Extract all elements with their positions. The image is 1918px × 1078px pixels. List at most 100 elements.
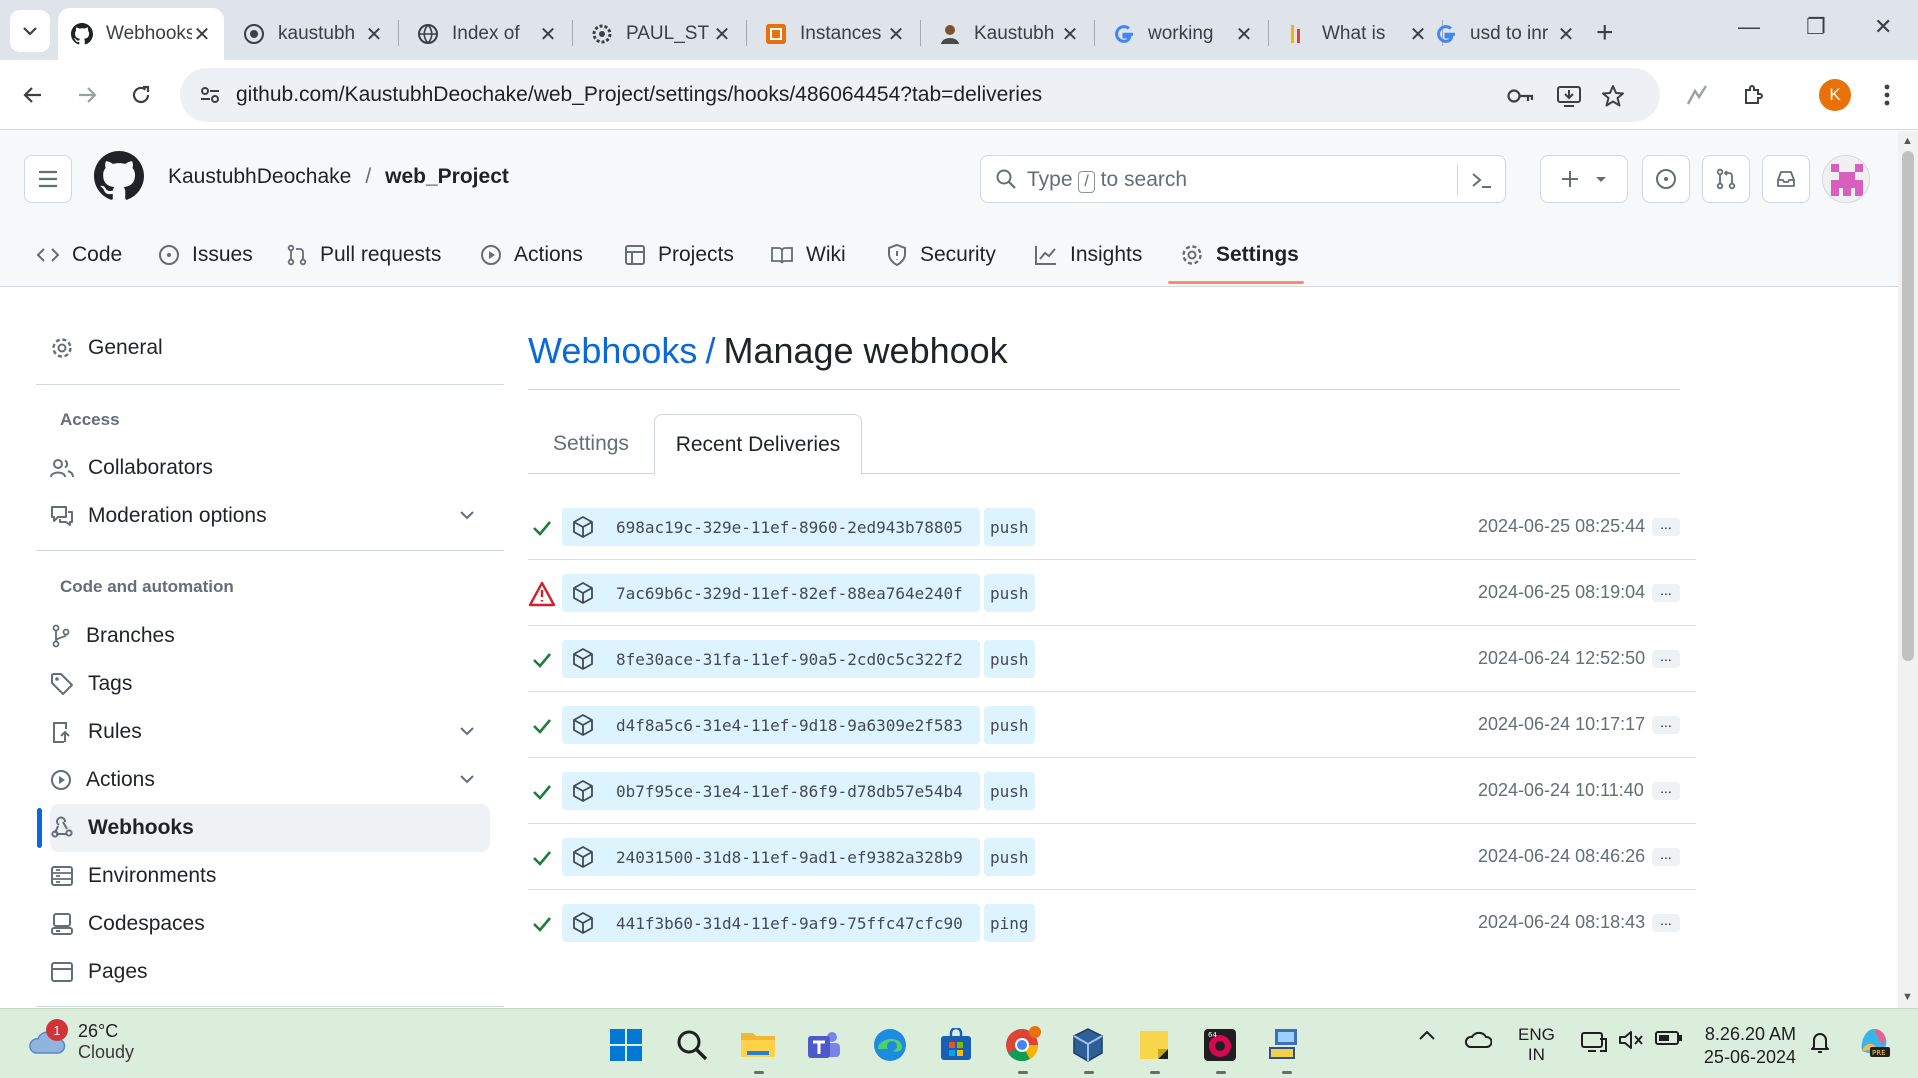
nav-actions[interactable]: Actions (480, 223, 583, 287)
delivery-row[interactable]: 8fe30ace-31fa-11ef-90a5-2cd0c5c322f2 push… (528, 626, 1696, 692)
sidebar-item-rules[interactable]: Rules (50, 708, 490, 756)
browser-tab-what-is[interactable]: What is ✕ (1274, 8, 1440, 60)
page-scrollbar[interactable]: ▲ ▼ (1898, 131, 1918, 1008)
copilot-icon[interactable]: PRE (1856, 1023, 1892, 1059)
close-window-icon[interactable]: ✕ (1874, 14, 1892, 40)
scroll-up-icon[interactable]: ▲ (1902, 135, 1913, 147)
nav-insights[interactable]: Insights (1034, 223, 1142, 287)
scrollbar-thumb[interactable] (1902, 151, 1914, 661)
teams-icon[interactable] (804, 1025, 844, 1065)
input-language-indicator[interactable]: ENG IN (1518, 1025, 1555, 1065)
extension-icon[interactable] (1680, 78, 1714, 112)
delivery-row[interactable]: 698ac19c-329e-11ef-8960-2ed943b78805 push… (528, 494, 1696, 560)
nav-security[interactable]: Security (886, 223, 996, 287)
delivery-guid-pill[interactable]: 7ac69b6c-329d-11ef-82ef-88ea764e240f (562, 574, 980, 612)
url-text[interactable]: github.com/KaustubhDeochake/web_Project/… (236, 83, 1042, 107)
delivery-row[interactable]: 7ac69b6c-329d-11ef-82ef-88ea764e240f push… (528, 560, 1696, 626)
sidebar-item-moderation[interactable]: Moderation options (50, 492, 490, 540)
delivery-guid-pill[interactable]: 698ac19c-329e-11ef-8960-2ed943b78805 (562, 508, 980, 546)
browser-tab-docker[interactable]: kaustubh ✕ (230, 8, 396, 60)
nav-pull-requests[interactable]: Pull requests (286, 223, 441, 287)
close-icon[interactable]: ✕ (886, 22, 906, 47)
breadcrumb-webhooks-link[interactable]: Webhooks (528, 330, 697, 371)
close-icon[interactable]: ✕ (1234, 22, 1254, 47)
delivery-details-ellipsis-button[interactable]: ... (1652, 583, 1680, 602)
nav-settings[interactable]: Settings (1180, 223, 1299, 287)
file-explorer-icon[interactable] (738, 1025, 778, 1065)
bookmark-star-icon[interactable] (1598, 81, 1628, 111)
user-avatar[interactable] (1822, 155, 1870, 203)
delivery-guid-pill[interactable]: 24031500-31d8-11ef-9ad1-ef9382a328b9 (562, 838, 980, 876)
delivery-row[interactable]: 24031500-31d8-11ef-9ad1-ef9382a328b9 push… (528, 824, 1696, 890)
password-key-icon[interactable] (1506, 81, 1536, 111)
github-logo-icon[interactable] (94, 151, 144, 201)
sidebar-item-webhooks[interactable]: Webhooks (50, 804, 490, 852)
nav-projects[interactable]: Projects (624, 223, 734, 287)
close-icon[interactable]: ✕ (364, 22, 384, 47)
system-clock[interactable]: 8.26.20 AM 25-06-2024 (1694, 1023, 1796, 1069)
edge-icon[interactable] (870, 1025, 910, 1065)
delivery-details-ellipsis-button[interactable]: ... (1652, 517, 1680, 536)
delivery-row[interactable]: 441f3b60-31d4-11ef-9af9-75ffc47cfc90 ping… (528, 890, 1696, 956)
delivery-row[interactable]: 0b7f95ce-31e4-11ef-86f9-d78db57e54b4 push… (528, 758, 1696, 824)
delivery-details-ellipsis-button[interactable]: ... (1652, 847, 1680, 866)
remote-desktop-icon[interactable] (1266, 1025, 1306, 1065)
inbox-button[interactable] (1762, 155, 1810, 203)
browser-tab-index[interactable]: Index of ✕ (404, 8, 570, 60)
sidebar-item-branches[interactable]: Branches (50, 612, 490, 660)
delivery-details-ellipsis-button[interactable]: ... (1652, 715, 1680, 734)
browser-tab-paul[interactable]: PAUL_ST ✕ (578, 8, 744, 60)
microsoft-store-icon[interactable] (936, 1025, 976, 1065)
nav-wiki[interactable]: Wiki (770, 223, 846, 287)
tab-search-button[interactable] (10, 10, 50, 52)
address-bar[interactable]: github.com/KaustubhDeochake/web_Project/… (180, 68, 1660, 122)
tab-settings[interactable]: Settings (528, 414, 654, 474)
minimize-icon[interactable]: — (1738, 14, 1760, 40)
sidebar-item-environments[interactable]: Environments (50, 852, 490, 900)
command-palette-button[interactable] (1457, 164, 1505, 196)
close-icon[interactable]: ✕ (712, 22, 732, 47)
show-hidden-icons-chevron-up-icon[interactable] (1418, 1029, 1436, 1041)
delivery-guid-pill[interactable]: 8fe30ace-31fa-11ef-90a5-2cd0c5c322f2 (562, 640, 980, 678)
restore-icon[interactable]: ❐ (1806, 14, 1826, 40)
reload-button[interactable] (124, 78, 158, 112)
virtualbox-icon[interactable] (1068, 1025, 1108, 1065)
new-tab-button[interactable]: + (1596, 16, 1614, 50)
taskbar-search-icon[interactable] (672, 1025, 712, 1065)
notification-bell-icon[interactable] (1808, 1029, 1832, 1055)
close-icon[interactable]: ✕ (1060, 22, 1080, 47)
issues-button[interactable] (1642, 155, 1690, 203)
browser-menu-icon[interactable] (1870, 78, 1904, 112)
back-button[interactable] (16, 78, 50, 112)
weather-widget[interactable]: 1 26°C Cloudy (26, 1019, 134, 1063)
search-input[interactable]: Type / to search (980, 155, 1506, 203)
close-icon[interactable]: ✕ (1556, 22, 1576, 47)
browser-tab-instances[interactable]: Instances ✕ (752, 8, 918, 60)
scroll-down-icon[interactable]: ▼ (1902, 991, 1913, 1003)
sidebar-item-pages[interactable]: Pages (50, 948, 490, 996)
nav-issues[interactable]: Issues (158, 223, 253, 287)
close-icon[interactable]: ✕ (538, 22, 558, 47)
delivery-guid-pill[interactable]: 0b7f95ce-31e4-11ef-86f9-d78db57e54b4 (562, 772, 980, 810)
nav-code[interactable]: Code (36, 223, 122, 287)
sidebar-item-actions[interactable]: Actions (50, 756, 490, 804)
sticky-notes-icon[interactable] (1134, 1025, 1174, 1065)
browser-tab-webhooks[interactable]: Webhooks ✕ (58, 8, 224, 60)
delivery-details-ellipsis-button[interactable]: ... (1652, 649, 1680, 668)
windows-start-icon[interactable] (606, 1025, 646, 1065)
sidebar-item-general[interactable]: General (50, 324, 490, 372)
create-new-button[interactable] (1540, 155, 1628, 203)
browser-tab-usd[interactable]: usd to inr ✕ (1422, 8, 1588, 60)
install-app-icon[interactable] (1554, 81, 1584, 111)
repo-owner-link[interactable]: KaustubhDeochake (168, 165, 351, 189)
site-info-icon[interactable] (198, 83, 222, 107)
sidebar-item-collaborators[interactable]: Collaborators (50, 444, 490, 492)
sidebar-item-tags[interactable]: Tags (50, 660, 490, 708)
battery-icon[interactable] (1654, 1029, 1684, 1047)
delivery-guid-pill[interactable]: 441f3b60-31d4-11ef-9af9-75ffc47cfc90 (562, 904, 980, 942)
onedrive-cloud-icon[interactable] (1464, 1029, 1492, 1049)
extensions-puzzle-icon[interactable] (1736, 78, 1770, 112)
tab-recent-deliveries[interactable]: Recent Deliveries (654, 414, 862, 475)
sidebar-item-codespaces[interactable]: Codespaces (50, 900, 490, 948)
close-icon[interactable]: ✕ (192, 22, 212, 47)
